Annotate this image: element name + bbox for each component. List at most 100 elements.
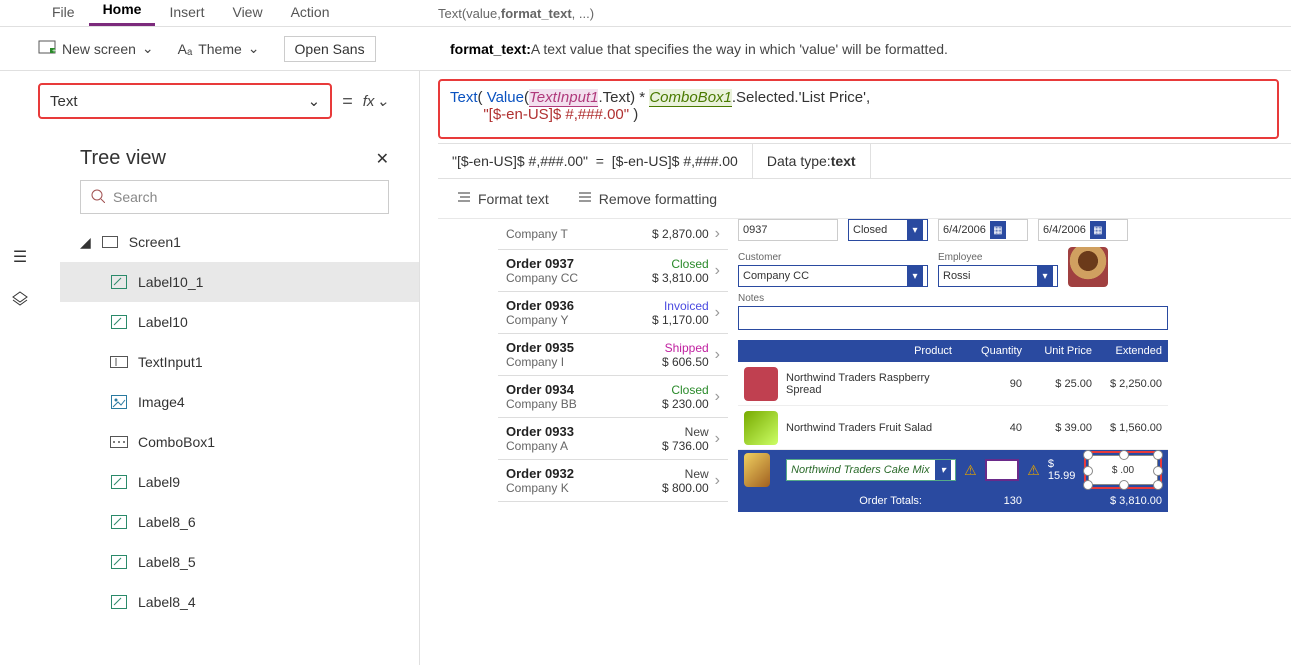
chevron-right-icon: ›: [709, 225, 720, 243]
tree-item[interactable]: Label10: [60, 302, 419, 342]
label-icon: [110, 273, 128, 291]
extended-value: $ .00: [1088, 455, 1158, 485]
customer-dropdown[interactable]: Company CC▾: [738, 265, 928, 287]
hint-label: format_text:: [450, 41, 531, 57]
order-item[interactable]: Company T$ 2,870.00›: [498, 219, 728, 250]
quantity-input[interactable]: [985, 459, 1020, 481]
tree-item[interactable]: Image4: [60, 382, 419, 422]
chevron-right-icon: ›: [709, 472, 720, 490]
product-thumbnail: [744, 411, 778, 445]
tree-item[interactable]: Label8_4: [60, 582, 419, 622]
tab-view[interactable]: View: [218, 0, 276, 26]
tree-item[interactable]: ComboBox1: [60, 422, 419, 462]
product-combobox[interactable]: Northwind Traders Cake Mix▾: [786, 459, 956, 481]
orders-gallery[interactable]: Company T$ 2,870.00›Order 0937Company CC…: [498, 219, 728, 502]
line-items-header: Product Quantity Unit Price Extended: [738, 340, 1168, 362]
label-icon: [110, 313, 128, 331]
formula-bar[interactable]: Text( Value(TextInput1.Text) * ComboBox1…: [438, 79, 1279, 139]
theme-button[interactable]: Aₐ Theme ⌄: [178, 40, 260, 57]
col-unit: Unit Price: [1022, 345, 1092, 357]
product-thumbnail: [744, 367, 778, 401]
line-unit: $ 39.00: [1022, 422, 1092, 434]
property-selector-value: Text: [50, 93, 78, 110]
property-row: Text ⌄ = fx⌄: [0, 71, 419, 131]
order-item[interactable]: Order 0933Company ANew$ 736.00›: [498, 418, 728, 460]
date2-field[interactable]: 6/4/2006▦: [1038, 219, 1128, 241]
new-screen-button[interactable]: + New screen ⌄: [38, 40, 154, 57]
customer-label: Customer: [738, 252, 928, 263]
totals-label: Order Totals:: [744, 495, 952, 507]
tree-title: Tree view: [80, 147, 166, 170]
signature-suffix: , ...): [572, 6, 594, 21]
tree-item[interactable]: TextInput1: [60, 342, 419, 382]
tree-item[interactable]: Label8_6: [60, 502, 419, 542]
notes-input[interactable]: [738, 306, 1168, 330]
tree-screen-root[interactable]: ◢ Screen1: [60, 222, 419, 262]
property-selector[interactable]: Text ⌄: [38, 83, 332, 119]
tree-search[interactable]: Search: [80, 180, 389, 214]
tab-home[interactable]: Home: [89, 0, 156, 26]
tree-view-icon[interactable]: ☰: [9, 246, 31, 268]
chevron-right-icon: ›: [709, 430, 720, 448]
chevron-right-icon: ›: [709, 304, 720, 322]
fx-button[interactable]: fx⌄: [363, 92, 389, 110]
layers-icon[interactable]: [9, 288, 31, 310]
tree-item[interactable]: Label8_5: [60, 542, 419, 582]
left-panel: Text ⌄ = fx⌄ ☰ Tree view Search ◢ Screen…: [0, 71, 420, 665]
tab-action[interactable]: Action: [277, 0, 344, 26]
tree-item[interactable]: Label9: [60, 462, 419, 502]
notes-label: Notes: [738, 293, 1168, 304]
font-selector[interactable]: Open Sans: [284, 36, 376, 62]
equals-sign: =: [342, 91, 353, 112]
tree-item-label: Label8_5: [138, 554, 196, 570]
new-screen-icon: +: [38, 40, 56, 57]
employee-dropdown[interactable]: Rossi▾: [938, 265, 1058, 287]
function-signature: Text(value, format_text , ...): [438, 0, 594, 27]
menu-bar: File Home Insert View Action: [0, 0, 1291, 27]
chevron-right-icon: ›: [709, 346, 720, 364]
remove-formatting-button[interactable]: Remove formatting: [577, 190, 717, 207]
line-item[interactable]: Northwind Traders Fruit Salad40$ 39.00$ …: [738, 406, 1168, 450]
tree-item[interactable]: Label10_1: [60, 262, 419, 302]
order-item[interactable]: Order 0932Company KNew$ 800.00›: [498, 460, 728, 502]
chevron-down-icon: ⌄: [308, 92, 321, 110]
chevron-down-icon: ⌄: [142, 40, 154, 57]
expand-icon[interactable]: ◢: [80, 234, 91, 251]
line-item[interactable]: Northwind Traders Raspberry Spread90$ 25…: [738, 362, 1168, 406]
order-item[interactable]: Order 0937Company CCClosed$ 3,810.00›: [498, 250, 728, 292]
chevron-down-icon: ⌄: [248, 40, 260, 57]
theme-icon: Aₐ: [178, 41, 193, 57]
result-expression: "[$-en-US]$ #,###.00" = [$-en-US]$ #,###…: [438, 144, 753, 178]
order-item[interactable]: Order 0936Company YInvoiced$ 1,170.00›: [498, 292, 728, 334]
product-thumbnail: [744, 453, 770, 487]
order-item[interactable]: Order 0935Company IShipped$ 606.50›: [498, 334, 728, 376]
combo-icon: [110, 433, 128, 451]
line-qty: 90: [952, 378, 1022, 390]
screen-icon: [101, 233, 119, 251]
tab-file[interactable]: File: [38, 0, 89, 26]
result-datatype: Data type: text: [753, 144, 871, 178]
tab-insert[interactable]: Insert: [155, 0, 218, 26]
label-icon: [110, 553, 128, 571]
chevron-down-icon: ⌄: [376, 92, 389, 110]
col-qty: Quantity: [952, 345, 1022, 357]
tree-view: ◢ Screen1 Label10_1Label10TextInput1Imag…: [0, 222, 419, 622]
tree-item-label: ComboBox1: [138, 434, 215, 450]
chevron-right-icon: ›: [709, 388, 720, 406]
order-item[interactable]: Order 0934Company BBClosed$ 230.00›: [498, 376, 728, 418]
close-icon[interactable]: [376, 149, 389, 169]
extended-label-selection[interactable]: $ .00: [1084, 451, 1162, 489]
format-text-button[interactable]: Format text: [456, 190, 549, 207]
tree-item-label: Label8_4: [138, 594, 196, 610]
order-detail: 0937 Closed▾ 6/4/2006▦ 6/4/2006▦ Custome…: [738, 219, 1168, 512]
date1-field[interactable]: 6/4/2006▦: [938, 219, 1028, 241]
status-dropdown[interactable]: Closed▾: [848, 219, 928, 241]
format-text-label: Format text: [478, 191, 549, 207]
employee-label: Employee: [938, 252, 1058, 263]
formula-actions: Format text Remove formatting: [438, 179, 1291, 219]
side-rail: ☰: [0, 236, 40, 310]
remove-format-icon: [577, 190, 593, 207]
col-product: Product: [744, 345, 952, 357]
format-icon: [456, 190, 472, 207]
tree-header: Tree view: [0, 131, 419, 180]
